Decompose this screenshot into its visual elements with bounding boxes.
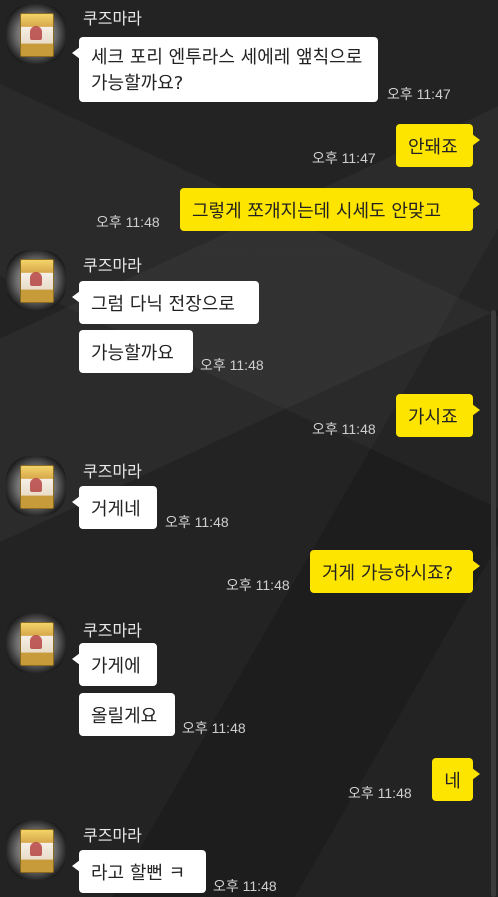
message-time: 오후 11:48 [226,577,290,593]
message-bubble-outgoing[interactable]: 거게 가능하시죠? [310,550,480,593]
message-bubble-incoming[interactable]: 올릴게요 [79,693,175,736]
message-time: 오후 11:47 [387,86,451,102]
message-time: 오후 11:48 [200,357,264,373]
message-time: 오후 11:47 [312,150,376,166]
avatar[interactable] [6,613,66,673]
message-bubble-incoming[interactable]: 라고 할뻔 ㅋ [72,850,206,893]
message-bubble-incoming[interactable]: 그럼 다닉 전장으로 [72,281,259,324]
sender-name: 쿠즈마라 [83,623,142,640]
message-bubble-outgoing[interactable]: 가시죠 [396,394,480,437]
message-time: 오후 11:48 [312,421,376,437]
avatar[interactable] [6,4,66,64]
message-time: 오후 11:48 [348,785,412,801]
message-bubble-incoming[interactable]: 세크 포리 엔투라스 세에레 앺칙으로 가능할까요? [72,37,378,102]
message-time: 오후 11:48 [165,514,229,530]
message-time: 오후 11:48 [213,878,277,894]
avatar[interactable] [6,820,66,880]
message-bubble-incoming[interactable]: 가능할까요 [79,330,193,373]
message-bubble-outgoing[interactable]: 네 [432,758,480,801]
message-time: 오후 11:48 [182,720,246,736]
sender-name: 쿠즈마라 [83,11,142,28]
sender-name: 쿠즈마라 [83,258,142,275]
scrollbar[interactable] [491,310,496,897]
sender-name: 쿠즈마라 [83,464,142,481]
message-bubble-incoming[interactable]: 가게에 [72,643,157,686]
avatar[interactable] [6,456,66,516]
avatar[interactable] [6,250,66,310]
message-time: 오후 11:48 [96,214,160,230]
message-bubble-outgoing[interactable]: 그렇게 쪼개지는데 시세도 안맞고 [180,188,480,231]
sender-name: 쿠즈마라 [83,828,142,845]
message-bubble-incoming[interactable]: 거게네 [72,486,157,529]
message-bubble-outgoing[interactable]: 안돼죠 [396,124,480,167]
